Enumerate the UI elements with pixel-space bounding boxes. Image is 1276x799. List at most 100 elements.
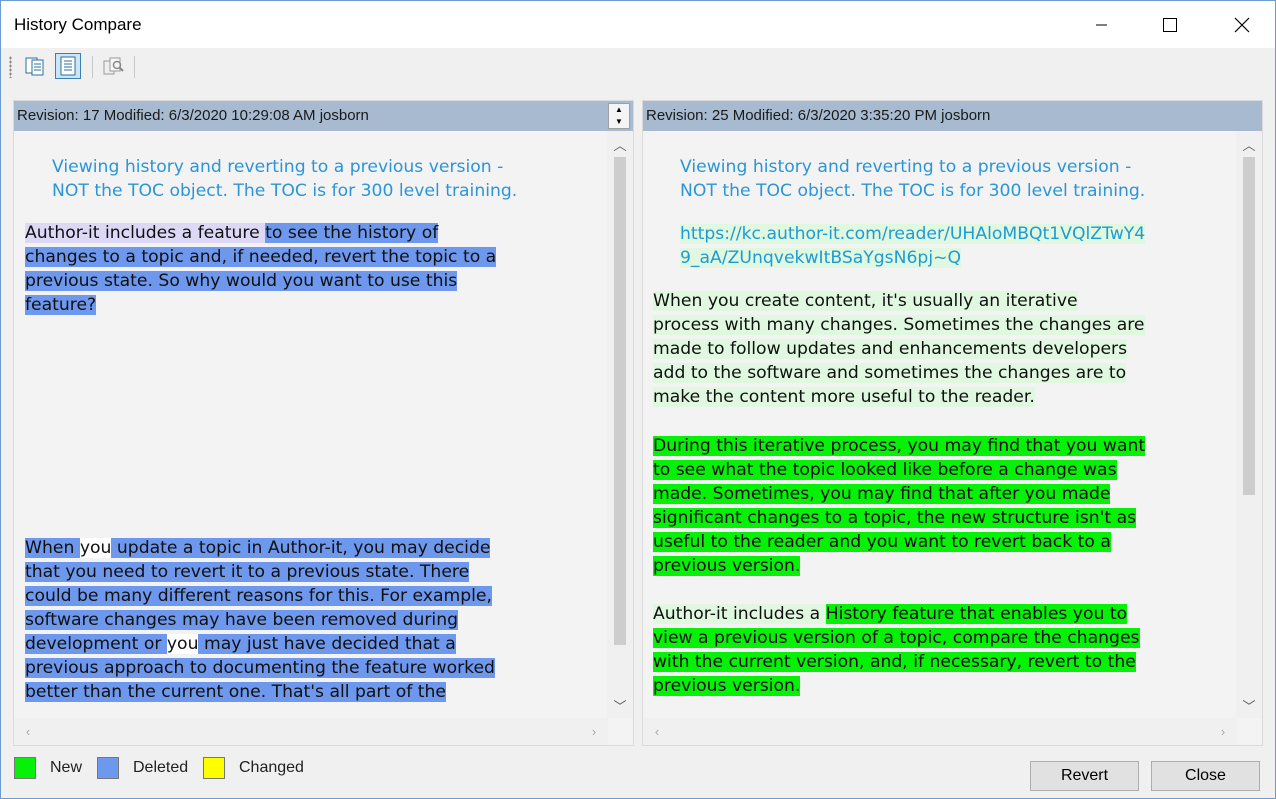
right-revision-pane: Revision: 25 Modified: 6/3/2020 3:35:20 …	[642, 100, 1263, 746]
text-line: to see what the topic looked like before…	[653, 458, 1145, 482]
new-text: When you create content, it's usually an…	[653, 291, 1078, 311]
text-line: useful to the reader and you want to rev…	[653, 530, 1145, 554]
scroll-left-icon[interactable]: ‹	[646, 718, 668, 745]
right-revision-header: Revision: 25 Modified: 6/3/2020 3:35:20 …	[643, 101, 1262, 131]
legend-label: New	[50, 759, 83, 776]
new-text: useful to the reader and you want to rev…	[653, 532, 1111, 552]
toolbar-separator	[92, 56, 93, 78]
right-link-paragraph: https://kc.author-it.com/reader/UHAloMBQ…	[680, 222, 1146, 270]
side-by-side-view-button[interactable]	[22, 53, 48, 79]
deleted-text: may just have decided that a	[198, 634, 456, 654]
text-line: changes to a topic and, if needed, rever…	[25, 245, 497, 269]
toolbar-separator	[134, 56, 135, 78]
close-window-button[interactable]	[1213, 1, 1271, 48]
right-new-paragraph-2: During this iterative process, you may f…	[653, 434, 1146, 578]
document-view-button[interactable]	[55, 53, 81, 79]
document-view-icon	[60, 56, 76, 76]
left-content[interactable]: Viewing history and reverting to a previ…	[14, 131, 606, 718]
text-line: that you need to revert it to a previous…	[25, 560, 495, 584]
right-horizontal-scrollbar[interactable]: ‹ ›	[643, 718, 1237, 745]
deleted-swatch	[97, 757, 119, 779]
scroll-down-icon[interactable]: ﹀	[1236, 692, 1262, 718]
minimize-button[interactable]	[1073, 1, 1131, 48]
text-line: feature?	[25, 293, 496, 317]
scroll-up-icon[interactable]: ︿	[607, 131, 633, 157]
scroll-right-icon[interactable]: ›	[583, 718, 605, 745]
text-span: Author-it includes a feature	[25, 223, 266, 243]
deleted-text: changes to a topic and, if needed, rever…	[25, 247, 497, 267]
scroll-right-icon[interactable]: ›	[1212, 718, 1234, 745]
scroll-thumb[interactable]	[614, 157, 626, 645]
changed-swatch	[203, 757, 225, 779]
text-line: made to follow updates and enhancements …	[653, 337, 1145, 361]
scroll-thumb[interactable]	[1243, 157, 1255, 495]
text-line: significant changes to a topic, the new …	[653, 506, 1145, 530]
text-span: you	[79, 538, 112, 558]
right-vertical-scrollbar[interactable]: ︿ ﹀	[1236, 131, 1262, 718]
deleted-text: previous state. So why would you want to…	[25, 271, 458, 291]
new-text: made. Sometimes, you may find that after…	[653, 484, 1111, 504]
maximize-button[interactable]	[1141, 1, 1199, 48]
new-text: process with many changes. Sometimes the…	[653, 315, 1145, 335]
spin-up-icon[interactable]: ▲	[615, 106, 623, 114]
title-bar: History Compare	[1, 1, 1275, 48]
new-swatch	[14, 757, 36, 779]
new-text: view a previous version of a topic, comp…	[653, 628, 1140, 648]
url-link[interactable]: 9_aA/ZUnqvekwItBSaYgsN6pj~Q	[680, 248, 962, 268]
text-line: better than the current one. That's all …	[25, 680, 495, 704]
left-horizontal-scrollbar[interactable]: ‹ ›	[14, 718, 608, 745]
right-content[interactable]: Viewing history and reverting to a previ…	[643, 131, 1235, 718]
new-text: previous version.	[653, 676, 801, 696]
text-line: NOT the TOC object. The TOC is for 300 l…	[52, 181, 518, 201]
right-new-paragraph-3: Author-it includes a History feature tha…	[653, 602, 1140, 698]
deleted-text: When	[25, 538, 80, 558]
deleted-text: update a topic in Author-it, you may dec…	[111, 538, 491, 558]
toolbar-grip[interactable]	[9, 56, 12, 78]
window-title: History Compare	[14, 15, 142, 34]
spin-down-icon[interactable]: ▼	[615, 118, 623, 126]
close-button[interactable]: Close	[1151, 761, 1260, 791]
legend-label: Changed	[239, 759, 304, 776]
close-icon	[1234, 17, 1250, 32]
text-line: previous version.	[653, 674, 1140, 698]
text-span: Author-it includes a	[653, 604, 826, 624]
left-deleted-paragraph-2: When you update a topic in Author-it, yo…	[25, 536, 495, 704]
text-line: Author-it includes a History feature tha…	[653, 602, 1140, 626]
left-revision-header: Revision: 17 Modified: 6/3/2020 10:29:08…	[14, 101, 633, 131]
text-line: NOT the TOC object. The TOC is for 300 l…	[680, 181, 1146, 201]
scroll-down-icon[interactable]: ﹀	[607, 692, 633, 718]
text-line: with the current version, and, if necess…	[653, 650, 1140, 674]
text-line: When you update a topic in Author-it, yo…	[25, 536, 495, 560]
new-text: make the content more useful to the read…	[653, 387, 1035, 407]
text-line: add to the software and sometimes the ch…	[653, 361, 1145, 385]
deleted-text: feature?	[25, 295, 97, 315]
text-line: Author-it includes a feature to see the …	[25, 221, 496, 245]
new-text: During this iterative process, you may f…	[653, 436, 1146, 456]
deleted-text: development or	[25, 634, 167, 654]
text-line: view a previous version of a topic, comp…	[653, 626, 1140, 650]
history-compare-window: History Compare Revision: 17 Modified: 6…	[0, 0, 1276, 799]
new-text: to see what the topic looked like before…	[653, 460, 1117, 480]
maximize-icon	[1163, 17, 1177, 32]
left-deleted-paragraph-1: Author-it includes a feature to see the …	[25, 221, 497, 317]
legend-label: Deleted	[133, 759, 189, 776]
left-vertical-scrollbar[interactable]: ︿ ﹀	[607, 131, 633, 718]
text-span: you	[166, 634, 199, 654]
text-line: 9_aA/ZUnqvekwItBSaYgsN6pj~Q	[680, 246, 1145, 270]
scroll-up-icon[interactable]: ︿	[1236, 131, 1262, 157]
text-line: https://kc.author-it.com/reader/UHAloMBQ…	[680, 222, 1146, 246]
deleted-text: better than the current one. That's all …	[25, 682, 446, 702]
text-line: software changes may have been removed d…	[25, 608, 495, 632]
scroll-left-icon[interactable]: ‹	[17, 718, 39, 745]
new-text: with the current version, and, if necess…	[653, 652, 1136, 672]
text-line: previous approach to documenting the fea…	[25, 656, 495, 680]
revert-button[interactable]: Revert	[1030, 761, 1139, 791]
revision-spinner[interactable]: ▲ ▼	[608, 103, 630, 129]
deleted-text: software changes may have been removed d…	[25, 610, 458, 630]
legend-new: New	[14, 756, 82, 780]
compare-button[interactable]	[100, 53, 126, 79]
url-link[interactable]: https://kc.author-it.com/reader/UHAloMBQ…	[680, 224, 1146, 244]
new-text: add to the software and sometimes the ch…	[653, 363, 1127, 383]
text-line: previous state. So why would you want to…	[25, 269, 496, 293]
deleted-text: that you need to revert it to a previous…	[25, 562, 470, 582]
